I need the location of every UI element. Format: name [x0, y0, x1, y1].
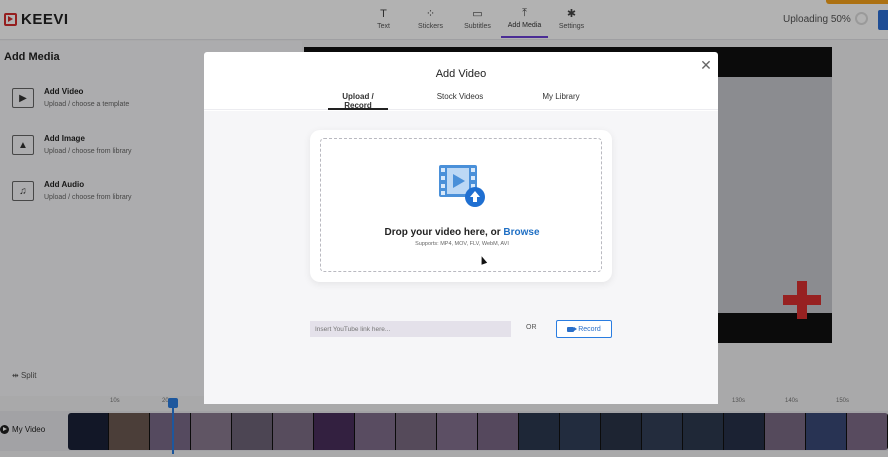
supported-formats: Supports: MP4, MOV, FLV, WebM, AVI [415, 241, 509, 247]
or-divider: OR [526, 324, 537, 331]
drop-instructions: Drop your video here, or Browse [321, 227, 603, 238]
drop-text: Drop your video here, or [384, 227, 504, 238]
close-icon[interactable]: ✕ [698, 57, 714, 73]
camera-icon [567, 326, 578, 332]
record-button[interactable]: Record [556, 320, 612, 338]
video-upload-icon [439, 165, 485, 207]
youtube-link-input[interactable] [310, 321, 511, 337]
tab-upload-record[interactable]: Upload / Record [328, 92, 388, 110]
modal-title: Add Video [435, 68, 487, 80]
drop-card: Drop your video here, or Browse Supports… [310, 130, 612, 282]
add-video-modal: Add Video ✕ Upload / Record Stock Videos… [204, 52, 718, 404]
modal-tabs: Upload / Record Stock Videos My Library [204, 90, 718, 110]
browse-link[interactable]: Browse [503, 227, 539, 238]
tab-my-library[interactable]: My Library [536, 92, 586, 110]
record-label: Record [578, 325, 601, 333]
video-drop-zone[interactable]: Drop your video here, or Browse Supports… [320, 138, 602, 272]
tab-stock-videos[interactable]: Stock Videos [432, 92, 488, 110]
